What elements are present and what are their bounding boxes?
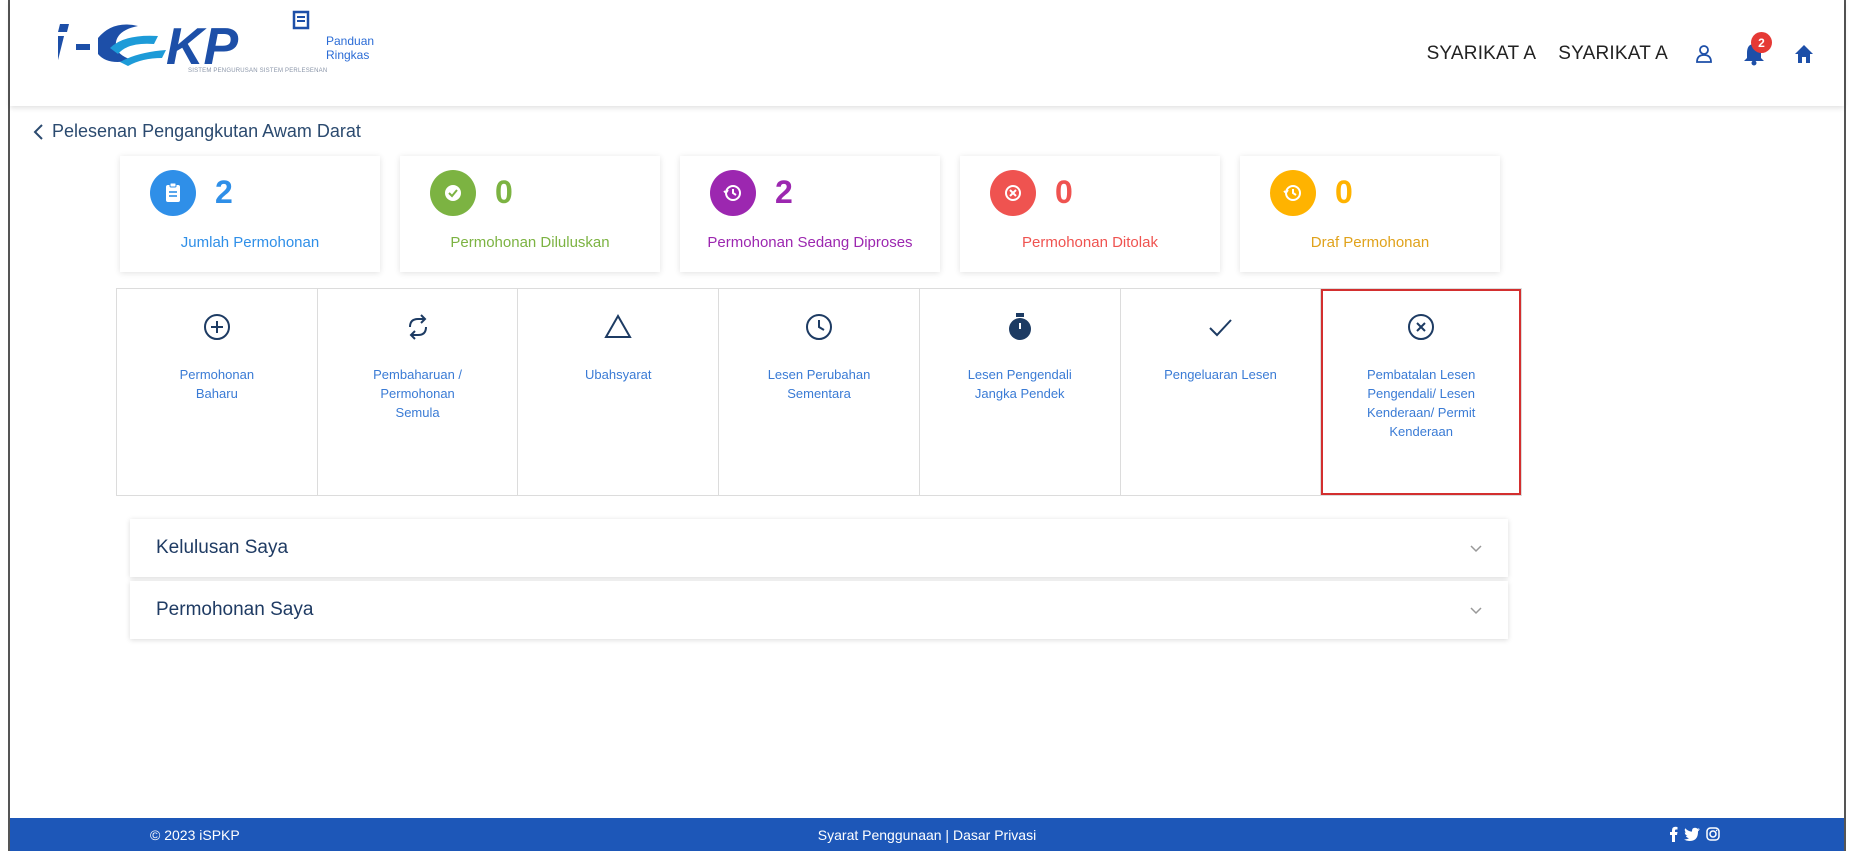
clipboard-icon [150,170,196,216]
app-frame: KP Panduan Ringkas SISTEM PENGURUSAN SIS… [8,0,1846,851]
stat-label: Permohonan Sedang Diproses [707,234,913,251]
chevron-down-icon [1470,540,1482,556]
service-license-issuance[interactable]: Pengeluaran Lesen [1121,289,1322,495]
service-amendment[interactable]: Ubahsyarat [518,289,720,495]
stat-card-rejected[interactable]: 0 Permohonan Ditolak [960,156,1220,272]
service-label: Lesen Perubahan Sementara [767,367,871,401]
service-label: Permohonan Baharu [179,367,255,401]
plus-circle-icon [117,307,317,347]
home-icon[interactable] [1790,40,1818,68]
accordion-title: Permohonan Saya [156,599,314,620]
stopwatch-icon [920,307,1120,347]
ispkp-logo[interactable]: KP Panduan Ringkas SISTEM PENGURUSAN SIS… [48,8,374,78]
stat-count: 0 [1335,174,1353,210]
stat-card-approved[interactable]: 0 Permohonan Diluluskan [400,156,660,272]
check-icon [430,170,476,216]
stat-label: Permohonan Ditolak [1022,234,1158,251]
footer: © 2023 iSPKP Syarat Penggunaan | Dasar P… [10,818,1844,851]
x-circle-icon [1321,307,1521,347]
clock-icon [719,307,919,347]
service-label: Pembatalan Lesen Pengendali/ Lesen Kende… [1366,367,1476,439]
triangle-icon [518,307,718,347]
stat-count: 2 [775,174,793,210]
stat-label: Draf Permohonan [1310,234,1430,251]
company-name-primary: SYARIKAT A [1426,43,1537,64]
service-label: Lesen Pengendali Jangka Pendek [967,367,1072,401]
instagram-icon[interactable] [1706,827,1720,844]
page-title: Pelesenan Pengangkutan Awam Darat [52,121,361,141]
header-actions: SYARIKAT A SYARIKAT A 2 [1426,32,1818,68]
stat-label: Jumlah Permohonan [180,234,320,251]
stat-card-processing[interactable]: 2 Permohonan Sedang Diproses [680,156,940,272]
stat-count: 2 [215,174,233,210]
user-icon[interactable] [1690,40,1718,68]
accordion-my-approvals[interactable]: Kelulusan Saya [130,519,1508,577]
top-header: KP Panduan Ringkas SISTEM PENGURUSAN SIS… [10,0,1844,106]
service-temporary-license[interactable]: Lesen Perubahan Sementara [719,289,920,495]
company-name-secondary[interactable]: SYARIKAT A [1558,43,1668,65]
bell-icon[interactable]: 2 [1740,32,1772,68]
history-icon [1270,170,1316,216]
service-label: Pembaharuan / Permohonan Semula [373,367,463,420]
accordion-my-applications[interactable]: Permohonan Saya [130,581,1508,639]
chevron-left-icon [33,123,43,140]
quick-guide-link[interactable]: Panduan Ringkas [326,34,374,62]
back-link[interactable]: Pelesenan Pengangkutan Awam Darat [32,121,361,142]
history-icon [710,170,756,216]
chevron-down-icon [1470,602,1482,618]
accordion-title: Kelulusan Saya [156,537,289,558]
stat-label: Permohonan Diluluskan [450,234,610,251]
cancel-icon [990,170,1036,216]
sync-icon [318,307,518,347]
twitter-icon[interactable] [1684,827,1700,844]
notification-badge: 2 [1751,32,1772,53]
service-tiles: Permohonan Baharu Pembaharuan / Permohon… [116,288,1522,496]
service-short-term-license[interactable]: Lesen Pengendali Jangka Pendek [920,289,1121,495]
service-label: Pengeluaran Lesen [1164,367,1277,382]
service-label: Ubahsyarat [585,367,652,382]
service-renewal[interactable]: Pembaharuan / Permohonan Semula [318,289,519,495]
social-links [1668,826,1720,845]
stat-card-draft[interactable]: 0 Draf Permohonan [1240,156,1500,272]
stat-card-total[interactable]: 2 Jumlah Permohonan [120,156,380,272]
service-license-cancellation[interactable]: Pembatalan Lesen Pengendali/ Lesen Kende… [1321,289,1522,495]
stat-count: 0 [1055,174,1073,210]
service-new-application[interactable]: Permohonan Baharu [117,289,318,495]
footer-links[interactable]: Syarat Penggunaan | Dasar Privasi [10,827,1844,843]
stat-count: 0 [495,174,513,210]
check-icon [1121,307,1321,347]
facebook-icon[interactable] [1668,826,1678,845]
logo-subtitle: SISTEM PENGURUSAN SISTEM PERLESENAN [188,68,328,74]
